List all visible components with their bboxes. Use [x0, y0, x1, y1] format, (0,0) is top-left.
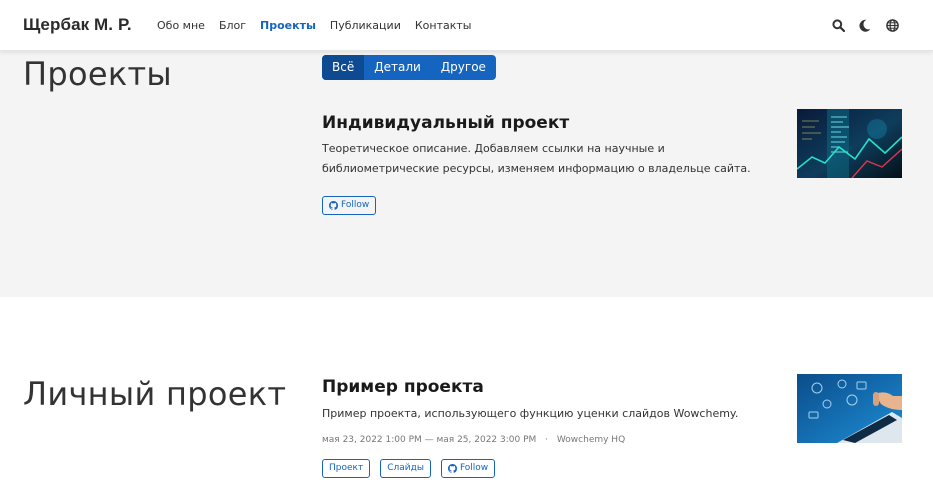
nav-link-projects[interactable]: Проекты [260, 19, 316, 32]
project-thumbnail-tablet[interactable] [797, 374, 902, 443]
meta-separator: · [545, 435, 549, 445]
example-project-title[interactable]: Пример проекта [322, 377, 484, 397]
nav-links: Обо мне Блог Проекты Публикации Контакты [157, 19, 485, 32]
project-date-range: мая 23, 2022 1:00 PM — мая 25, 2022 3:00… [322, 435, 537, 445]
filter-other-button[interactable]: Другое [431, 55, 496, 80]
follow-button-2[interactable]: Follow [440, 459, 496, 478]
project-thumbnail-code[interactable] [797, 109, 902, 178]
search-icon[interactable] [831, 17, 845, 33]
section-title-personal: Личный проект [23, 375, 287, 413]
section-title-projects: Проекты [23, 55, 172, 93]
navbar: Щербак М. Р. Обо мне Блог Проекты Публик… [0, 0, 933, 51]
nav-link-publications[interactable]: Публикации [330, 19, 401, 32]
projects-section: Проекты Всё Детали Другое Индивидуальный… [0, 51, 933, 297]
nav-link-blog[interactable]: Блог [219, 19, 246, 32]
project-button[interactable]: Проект [322, 459, 371, 478]
nav-link-about[interactable]: Обо мне [157, 19, 205, 32]
follow-button[interactable]: Follow [322, 196, 377, 215]
project-location: Wowchemy HQ [556, 435, 626, 445]
filter-all-button[interactable]: Всё [322, 55, 365, 80]
example-project-buttons: Проект Слайды Follow [322, 459, 505, 478]
filter-details-button[interactable]: Детали [364, 55, 431, 80]
site-brand[interactable]: Щербак М. Р. [23, 15, 132, 35]
project-meta: мая 23, 2022 1:00 PM — мая 25, 2022 3:00… [322, 435, 625, 445]
follow-button-label: Follow [341, 200, 370, 210]
filter-button-group: Всё Детали Другое [322, 55, 496, 80]
project-title[interactable]: Индивидуальный проект [322, 113, 569, 133]
globe-icon[interactable] [885, 17, 899, 33]
github-icon [329, 201, 338, 210]
nav-link-contacts[interactable]: Контакты [415, 19, 472, 32]
project-buttons: Follow [322, 196, 386, 215]
example-project-description: Пример проекта, использующего функцию уц… [322, 407, 739, 420]
project-description: Теоретическое описание. Добавляем ссылки… [322, 142, 751, 175]
moon-icon[interactable] [858, 17, 872, 33]
follow-button-2-label: Follow [459, 463, 489, 473]
slides-button[interactable]: Слайды [380, 459, 431, 478]
github-icon [447, 464, 457, 473]
nav-icons [818, 17, 899, 33]
